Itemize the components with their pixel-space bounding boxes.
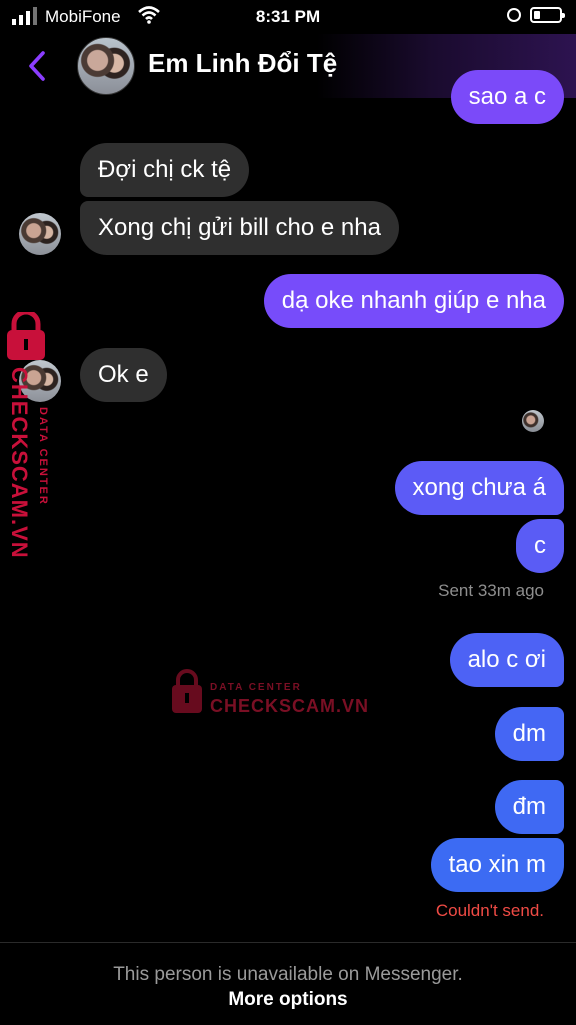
contact-name[interactable]: Em Linh Đổi Tệ xyxy=(148,48,337,79)
message-bubble-outgoing[interactable]: dm xyxy=(494,707,564,761)
message-bubble-outgoing[interactable]: xong chưa á xyxy=(394,461,564,515)
seen-indicator-avatar xyxy=(522,410,544,432)
message-bubble-incoming[interactable]: Đợi chị ck tệ xyxy=(80,143,250,197)
message-bubble-outgoing[interactable]: đm xyxy=(494,780,564,834)
back-chevron-icon[interactable] xyxy=(26,50,48,82)
send-error-status: Couldn't send. xyxy=(435,901,544,920)
message-bubble-incoming[interactable]: Xong chị gửi bill cho e nha xyxy=(80,201,399,255)
padlock-icon xyxy=(172,669,202,713)
more-options-link[interactable]: More options xyxy=(0,989,576,1011)
message-bubble-outgoing[interactable]: dạ oke nhanh giúp e nha xyxy=(263,274,564,328)
checkscam-watermark-center: DATA CENTER CHECKSCAM.VN xyxy=(172,669,369,716)
message-bubble-outgoing[interactable]: alo c ơi xyxy=(449,633,564,687)
message-bubble-outgoing[interactable]: sao a c xyxy=(450,70,564,124)
battery-icon xyxy=(530,7,565,23)
status-bar: MobiFone 8:31 PM xyxy=(0,0,576,34)
sender-avatar[interactable] xyxy=(19,213,61,255)
padlock-icon xyxy=(7,312,45,360)
message-bubble-outgoing[interactable]: tao xin m xyxy=(430,838,564,892)
unavailable-notice: This person is unavailable on Messenger. xyxy=(113,964,463,985)
watermark-subtitle: DATA CENTER xyxy=(210,682,302,693)
sent-status: Sent 33m ago xyxy=(438,581,544,600)
contact-avatar[interactable] xyxy=(77,37,135,95)
message-bubble-outgoing[interactable]: c xyxy=(516,519,564,573)
clock: 8:31 PM xyxy=(255,7,321,26)
orientation-lock-icon xyxy=(507,8,521,22)
watermark-brand: CHECKSCAM.VN xyxy=(7,367,32,559)
checkscam-watermark-vertical: CHECKSCAM.VN DATA CENTER xyxy=(7,312,49,559)
composer-unavailable-footer: This person is unavailable on Messenger.… xyxy=(0,942,576,1025)
watermark-subtitle: DATA CENTER xyxy=(37,407,49,506)
watermark-brand: CHECKSCAM.VN xyxy=(210,696,369,716)
message-bubble-incoming[interactable]: Ok e xyxy=(80,348,167,402)
